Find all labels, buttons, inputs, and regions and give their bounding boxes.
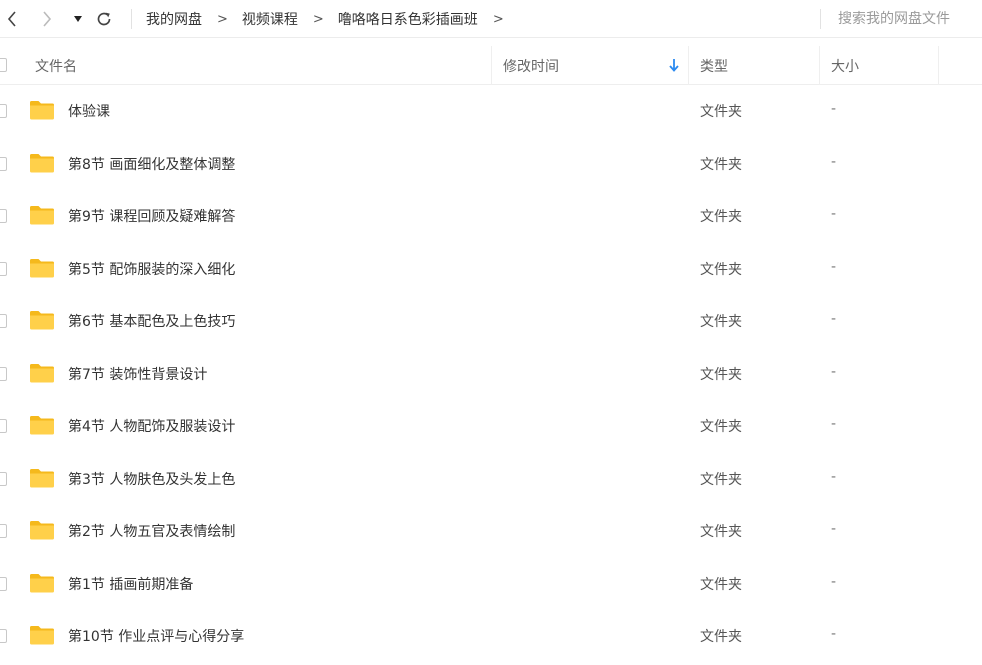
file-name[interactable]: 第4节 人物配饰及服装设计 bbox=[68, 416, 235, 436]
file-row[interactable]: 第7节 装饰性背景设计 文件夹 - bbox=[0, 348, 982, 400]
file-size: - bbox=[831, 469, 837, 485]
file-name[interactable]: 第1节 插画前期准备 bbox=[68, 574, 193, 594]
file-size: - bbox=[831, 521, 837, 537]
file-name[interactable]: 第8节 画面细化及整体调整 bbox=[68, 154, 235, 174]
chevron-left-icon bbox=[7, 11, 16, 27]
row-checkbox[interactable] bbox=[0, 524, 7, 538]
refresh-icon bbox=[97, 12, 111, 26]
history-dropdown-button[interactable] bbox=[68, 7, 88, 31]
file-name[interactable]: 第6节 基本配色及上色技巧 bbox=[68, 311, 235, 331]
file-name[interactable]: 第10节 作业点评与心得分享 bbox=[68, 626, 244, 646]
file-type: 文件夹 bbox=[700, 209, 742, 225]
file-size: - bbox=[831, 574, 837, 590]
refresh-button[interactable] bbox=[94, 7, 114, 31]
file-row[interactable]: 第8节 画面细化及整体调整 文件夹 - bbox=[0, 138, 982, 190]
breadcrumb-separator: > bbox=[312, 11, 324, 27]
caret-down-icon bbox=[74, 16, 82, 22]
breadcrumb-item-current-folder[interactable]: 噜咯咯日系色彩插画班 bbox=[338, 9, 478, 29]
folder-icon bbox=[30, 416, 54, 435]
file-size: - bbox=[831, 416, 837, 432]
folder-icon bbox=[30, 469, 54, 488]
folder-icon bbox=[30, 259, 54, 278]
top-toolbar: 我的网盘 > 视频课程 > 噜咯咯日系色彩插画班 > bbox=[0, 0, 982, 38]
file-size: - bbox=[831, 626, 837, 642]
row-checkbox[interactable] bbox=[0, 419, 7, 433]
chevron-right-icon bbox=[43, 11, 52, 27]
file-type: 文件夹 bbox=[700, 629, 742, 645]
column-header-name[interactable]: 文件名 bbox=[35, 56, 77, 76]
file-name[interactable]: 第9节 课程回顾及疑难解答 bbox=[68, 206, 235, 226]
row-checkbox[interactable] bbox=[0, 262, 7, 276]
column-divider bbox=[688, 46, 689, 85]
folder-icon bbox=[30, 311, 54, 330]
folder-icon bbox=[30, 626, 54, 645]
breadcrumb-separator: > bbox=[217, 11, 228, 27]
folder-icon bbox=[30, 364, 54, 383]
file-name[interactable]: 第7节 装饰性背景设计 bbox=[68, 364, 207, 384]
breadcrumb-item-my-drive[interactable]: 我的网盘 bbox=[146, 9, 202, 29]
column-divider bbox=[491, 46, 492, 85]
back-button[interactable] bbox=[2, 7, 22, 31]
folder-icon bbox=[30, 574, 54, 593]
file-row[interactable]: 第4节 人物配饰及服装设计 文件夹 - bbox=[0, 400, 982, 452]
row-checkbox[interactable] bbox=[0, 209, 7, 223]
column-header-modified[interactable]: 修改时间 bbox=[503, 56, 559, 76]
file-type: 文件夹 bbox=[700, 577, 742, 593]
folder-icon bbox=[30, 101, 54, 120]
row-checkbox[interactable] bbox=[0, 157, 7, 171]
column-divider bbox=[938, 46, 939, 85]
file-type: 文件夹 bbox=[700, 367, 742, 383]
file-row[interactable]: 第3节 人物肤色及头发上色 文件夹 - bbox=[0, 453, 982, 505]
file-row[interactable]: 第5节 配饰服装的深入细化 文件夹 - bbox=[0, 243, 982, 295]
row-checkbox[interactable] bbox=[0, 104, 7, 118]
file-row[interactable]: 第10节 作业点评与心得分享 文件夹 - bbox=[0, 610, 982, 662]
folder-icon bbox=[30, 154, 54, 173]
select-all-checkbox[interactable] bbox=[0, 58, 7, 72]
file-name[interactable]: 体验课 bbox=[68, 101, 110, 121]
row-checkbox[interactable] bbox=[0, 314, 7, 328]
file-name[interactable]: 第5节 配饰服装的深入细化 bbox=[68, 259, 235, 279]
search-divider bbox=[820, 9, 821, 29]
row-checkbox[interactable] bbox=[0, 367, 7, 381]
file-row[interactable]: 第9节 课程回顾及疑难解答 文件夹 - bbox=[0, 190, 982, 242]
file-size: - bbox=[831, 206, 837, 222]
column-header-type[interactable]: 类型 bbox=[700, 56, 728, 76]
file-name[interactable]: 第2节 人物五官及表情绘制 bbox=[68, 521, 235, 541]
file-row[interactable]: 第2节 人物五官及表情绘制 文件夹 - bbox=[0, 505, 982, 557]
file-row[interactable]: 第6节 基本配色及上色技巧 文件夹 - bbox=[0, 295, 982, 347]
column-header-size[interactable]: 大小 bbox=[831, 56, 859, 76]
file-type: 文件夹 bbox=[700, 419, 742, 435]
row-checkbox[interactable] bbox=[0, 629, 7, 643]
file-type: 文件夹 bbox=[700, 472, 742, 488]
forward-button[interactable] bbox=[37, 7, 57, 31]
file-type: 文件夹 bbox=[700, 314, 742, 330]
folder-icon bbox=[30, 206, 54, 225]
file-type: 文件夹 bbox=[700, 262, 742, 278]
search-input[interactable] bbox=[838, 7, 982, 31]
breadcrumb: 我的网盘 > 视频课程 > 噜咯咯日系色彩插画班 > bbox=[146, 0, 518, 38]
breadcrumb-item-video-courses[interactable]: 视频课程 bbox=[242, 9, 298, 29]
file-row[interactable]: 体验课 文件夹 - bbox=[0, 85, 982, 137]
file-type: 文件夹 bbox=[700, 104, 742, 120]
file-size: - bbox=[831, 259, 837, 275]
file-name[interactable]: 第3节 人物肤色及头发上色 bbox=[68, 469, 235, 489]
sort-descending-icon[interactable] bbox=[668, 58, 680, 72]
row-checkbox[interactable] bbox=[0, 577, 7, 591]
file-type: 文件夹 bbox=[700, 524, 742, 540]
file-size: - bbox=[831, 364, 837, 380]
file-row[interactable]: 第1节 插画前期准备 文件夹 - bbox=[0, 558, 982, 610]
file-size: - bbox=[831, 154, 837, 170]
folder-icon bbox=[30, 521, 54, 540]
file-type: 文件夹 bbox=[700, 157, 742, 173]
toolbar-divider bbox=[131, 9, 132, 29]
file-size: - bbox=[831, 311, 837, 327]
column-divider bbox=[819, 46, 820, 85]
breadcrumb-separator[interactable]: > bbox=[493, 12, 504, 27]
file-size: - bbox=[831, 101, 837, 117]
file-list-header: 文件名 修改时间 类型 大小 bbox=[0, 46, 982, 85]
row-checkbox[interactable] bbox=[0, 472, 7, 486]
